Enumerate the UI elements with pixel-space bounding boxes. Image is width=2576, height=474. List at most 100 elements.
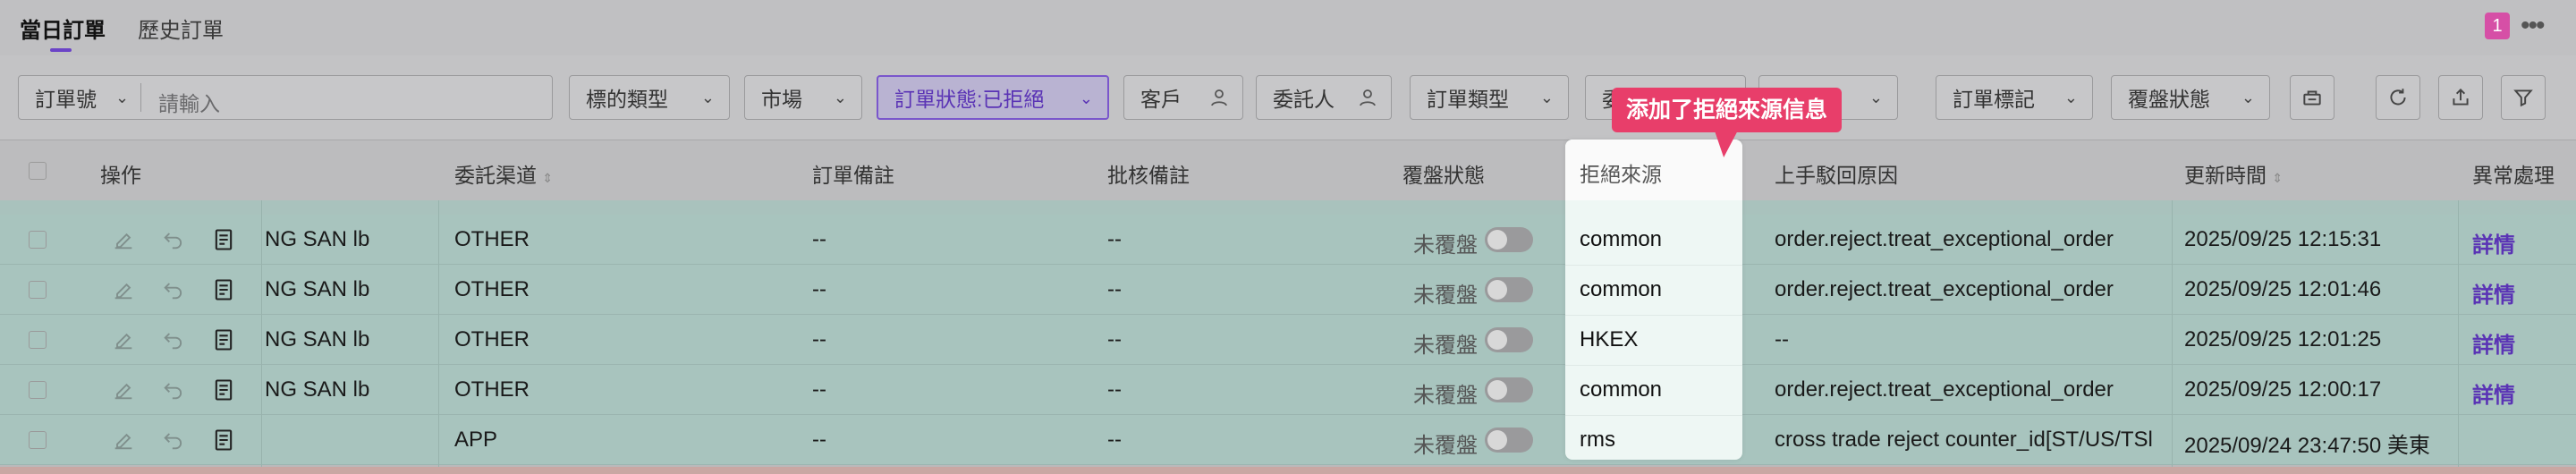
- edit-icon[interactable]: [111, 277, 136, 302]
- order-tabs: 當日訂單 歷史訂單 1 •••: [0, 0, 2576, 55]
- row-upstream-reason: order.reject.treat_exceptional_order: [1775, 377, 2114, 402]
- market-select[interactable]: 市場 ⌄: [744, 75, 862, 120]
- edit-icon[interactable]: [111, 227, 136, 252]
- table-row[interactable]: NG SAN lb OTHER -- -- 未覆盤 order.reject.t…: [0, 215, 2576, 265]
- delegator-filter[interactable]: 委託人: [1256, 75, 1392, 120]
- row-order-note: --: [812, 327, 826, 351]
- document-icon[interactable]: [211, 227, 236, 252]
- export-button[interactable]: [2438, 75, 2483, 120]
- row-approval-note: --: [1107, 327, 1122, 351]
- column-divider: [2458, 200, 2459, 474]
- document-icon[interactable]: [211, 427, 236, 453]
- review-toggle[interactable]: [1485, 327, 1533, 352]
- row-checkbox[interactable]: [29, 381, 47, 399]
- col-upstream-reason: 上手駁回原因: [1775, 164, 1898, 187]
- sort-icon: ⇕: [542, 171, 554, 185]
- order-type-label: 訂單類型: [1427, 88, 1509, 111]
- undo-icon[interactable]: [161, 227, 186, 252]
- row-review-status: 未覆盤: [1413, 233, 1478, 258]
- row-channel: APP: [454, 427, 498, 452]
- document-icon[interactable]: [211, 277, 236, 302]
- row-checkbox[interactable]: [29, 431, 47, 449]
- row-checkbox[interactable]: [29, 331, 47, 349]
- row-approval-note: --: [1107, 377, 1122, 402]
- document-icon[interactable]: [211, 377, 236, 402]
- row-channel: OTHER: [454, 327, 530, 351]
- order-flag-select[interactable]: 訂單標記 ⌄: [1936, 75, 2093, 120]
- table-row[interactable]: NG SAN lb OTHER -- -- 未覆盤 -- 2025/09/25 …: [0, 315, 2576, 365]
- tab-today-orders[interactable]: 當日訂單: [20, 13, 106, 44]
- undo-icon[interactable]: [161, 427, 186, 453]
- person-icon: [1360, 89, 1376, 106]
- column-divider: [261, 200, 262, 474]
- chevron-down-icon: ⌄: [115, 89, 130, 106]
- review-toggle[interactable]: [1485, 277, 1533, 302]
- undo-icon[interactable]: [161, 327, 186, 352]
- more-icon[interactable]: •••: [2521, 11, 2545, 41]
- table-row[interactable]: NG SAN lb OTHER -- -- 未覆盤 order.reject.t…: [0, 265, 2576, 315]
- edit-icon[interactable]: [111, 427, 136, 453]
- chevron-down-icon: ⌄: [2063, 89, 2078, 106]
- row-divider: [1565, 265, 1742, 266]
- filter-button[interactable]: [2501, 75, 2546, 120]
- row-review-status: 未覆盤: [1413, 384, 1478, 408]
- row-order-note: --: [812, 227, 826, 251]
- col-update-time-label: 更新時間: [2184, 164, 2267, 187]
- row-checkbox[interactable]: [29, 231, 47, 249]
- col-approval-note: 批核備註: [1107, 164, 1190, 187]
- order-number-search[interactable]: 訂單號 ⌄ 請輸入: [18, 75, 553, 120]
- undo-icon[interactable]: [161, 277, 186, 302]
- col-update-time[interactable]: 更新時間 ⇕: [2184, 158, 2283, 189]
- customer-label: 客戶: [1140, 88, 1182, 111]
- row-divider: [1565, 415, 1742, 416]
- row-channel: OTHER: [454, 277, 530, 301]
- notification-badge[interactable]: 1: [2485, 13, 2510, 39]
- details-link[interactable]: 詳情: [2472, 377, 2515, 409]
- order-number-input[interactable]: 請輸入: [158, 87, 220, 117]
- col-channel[interactable]: 委託渠道 ⇕: [454, 158, 553, 189]
- details-link[interactable]: 詳情: [2472, 227, 2515, 258]
- chevron-down-icon: ⌄: [700, 89, 715, 106]
- next-row-edge: [0, 467, 2576, 474]
- review-toggle[interactable]: [1485, 427, 1533, 453]
- details-link[interactable]: 詳情: [2472, 327, 2515, 359]
- row-update-time: 2025/09/25 12:01:25: [2184, 327, 2382, 351]
- table-row[interactable]: APP -- -- 未覆盤 cross trade reject counter…: [0, 415, 2576, 465]
- row-checkbox[interactable]: [29, 281, 47, 299]
- row-order-note: --: [812, 277, 826, 301]
- document-icon[interactable]: [211, 327, 236, 352]
- customer-filter[interactable]: 客戶: [1123, 75, 1243, 120]
- order-type-select[interactable]: 訂單類型 ⌄: [1410, 75, 1569, 120]
- clear-filter-button[interactable]: [2290, 75, 2334, 120]
- row-order-note: --: [812, 377, 826, 402]
- eraser-icon: [2303, 90, 2321, 106]
- tab-history-orders[interactable]: 歷史訂單: [138, 13, 224, 44]
- row-review-status: 未覆盤: [1413, 334, 1478, 358]
- row-upstream-reason: order.reject.treat_exceptional_order: [1775, 227, 2114, 251]
- edit-icon[interactable]: [111, 327, 136, 352]
- row-upstream-reason: order.reject.treat_exceptional_order: [1775, 277, 2114, 301]
- edit-icon[interactable]: [111, 377, 136, 402]
- refresh-button[interactable]: [2376, 75, 2420, 120]
- order-status-select[interactable]: 訂單狀態:已拒絕 ⌄: [877, 75, 1109, 120]
- order-flag-label: 訂單標記: [1953, 88, 2035, 111]
- order-number-select[interactable]: 訂單號: [19, 82, 97, 113]
- upload-icon: [2453, 88, 2469, 106]
- row-name: NG SAN lb: [265, 377, 370, 402]
- sort-icon: ⇕: [2272, 171, 2284, 185]
- review-toggle[interactable]: [1485, 377, 1533, 402]
- select-all-checkbox[interactable]: [29, 162, 47, 180]
- table-row[interactable]: NG SAN lb OTHER -- -- 未覆盤 order.reject.t…: [0, 365, 2576, 415]
- row-channel: OTHER: [454, 377, 530, 402]
- row-update-time: 2025/09/25 12:01:46: [2184, 277, 2382, 301]
- person-icon: [1211, 89, 1227, 106]
- review-status-select[interactable]: 覆盤狀態 ⌄: [2111, 75, 2270, 120]
- undo-icon[interactable]: [161, 377, 186, 402]
- details-link[interactable]: 詳情: [2472, 277, 2515, 309]
- filter-bar: 訂單號 ⌄ 請輸入 標的類型 ⌄ 市場 ⌄ 訂單狀態:已拒絕 ⌄ 客戶 委託人 …: [0, 55, 2576, 140]
- col-order-note: 訂單備註: [812, 164, 894, 187]
- underlying-type-label: 標的類型: [586, 88, 668, 111]
- underlying-type-select[interactable]: 標的類型 ⌄: [569, 75, 730, 120]
- review-toggle[interactable]: [1485, 227, 1533, 252]
- row-divider: [1565, 365, 1742, 366]
